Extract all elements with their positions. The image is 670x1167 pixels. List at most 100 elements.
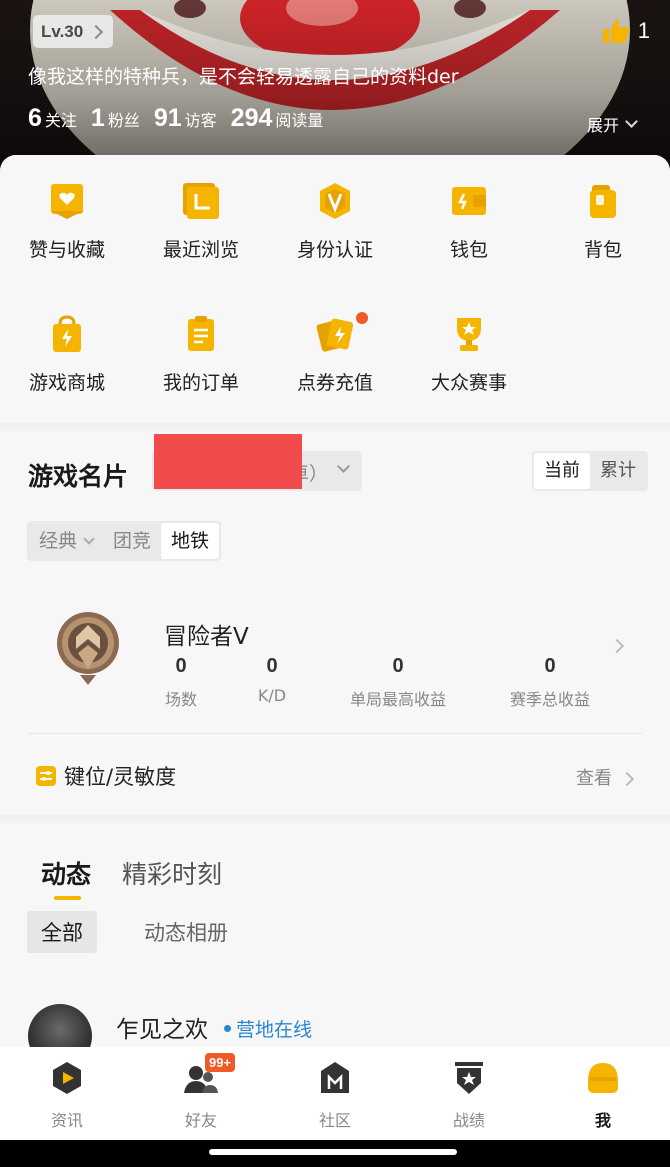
online-status: 营地在线 — [224, 1015, 312, 1042]
tab-label: 资讯 — [50, 1111, 83, 1130]
chevron-right-icon — [89, 24, 104, 39]
following-label[interactable]: 关注 — [45, 107, 77, 131]
new-dot — [356, 312, 368, 324]
verify-v-icon — [320, 183, 350, 219]
online-label: 营地在线 — [236, 1019, 313, 1041]
menu-label: 赞与收藏 — [28, 239, 105, 261]
community-icon — [321, 1062, 349, 1093]
stat-kd: 0 K/D — [246, 655, 298, 705]
post-username[interactable]: 乍见之欢 — [116, 1010, 208, 1044]
menu-item-events[interactable]: 大众赛事 — [402, 288, 536, 394]
rank-detail-chevron-icon[interactable] — [609, 638, 625, 654]
reads-label: 阅读量 — [275, 111, 324, 130]
stat-matches: 0 场数 — [155, 655, 207, 710]
avatar[interactable] — [28, 1004, 92, 1047]
menu-label: 钱包 — [449, 239, 488, 261]
menu-item-backpack[interactable]: 背包 — [536, 155, 670, 261]
followers-label[interactable]: 粉丝 — [108, 107, 140, 131]
mode-tab-team[interactable]: 团竞 — [103, 523, 161, 559]
rank-name: 冒险者Ⅴ — [164, 624, 249, 650]
menu-item-verify[interactable]: 身份认证 — [268, 155, 402, 261]
stat-label: 单局最高收益 — [349, 690, 446, 709]
expand-button[interactable]: 展开 — [586, 112, 638, 136]
tab-community[interactable]: 社区 — [268, 1047, 402, 1140]
menu-item-orders[interactable]: 我的订单 — [134, 288, 268, 394]
followers-count[interactable]: 1 — [91, 104, 105, 133]
tab-label: 社区 — [318, 1111, 351, 1130]
online-dot — [224, 1025, 231, 1032]
tab-friends[interactable]: 99+ 好友 — [134, 1047, 268, 1140]
stat-best-earning: 0 单局最高收益 — [336, 655, 460, 710]
tab-records[interactable]: 战绩 — [402, 1047, 536, 1140]
record-shield-icon — [455, 1062, 483, 1094]
visitors-count[interactable]: 91 — [154, 104, 182, 133]
stat-value: 0 — [266, 655, 278, 677]
toggle-total[interactable]: 累计 — [590, 453, 646, 489]
menu-label: 点券充值 — [296, 372, 373, 394]
level-text: Lv.30 — [41, 21, 84, 41]
profile-signature: 像我这样的特种兵，是不会轻易透露自己的资料der — [28, 66, 459, 88]
home-indicator[interactable] — [209, 1149, 457, 1155]
expand-label: 展开 — [586, 116, 619, 135]
mode-tab-classic[interactable]: 经典 — [29, 523, 103, 559]
subtab-album[interactable]: 动态相册 — [130, 911, 242, 953]
stat-label: K/D — [257, 686, 287, 705]
menu-label: 背包 — [583, 239, 622, 261]
visitors-label[interactable]: 访客 — [185, 107, 217, 131]
active-tab-indicator — [54, 896, 81, 900]
tab-highlights[interactable]: 精彩时刻 — [122, 855, 222, 891]
me-helmet-icon — [588, 1063, 618, 1093]
key-sensitivity-label: 键位/灵敏度 — [64, 765, 177, 789]
shop-bag-icon — [53, 315, 81, 352]
friends-badge: 99+ — [205, 1053, 236, 1072]
recent-icon — [183, 183, 219, 219]
mode-tab-metro[interactable]: 地铁 — [161, 523, 220, 559]
menu-label: 最近浏览 — [162, 239, 239, 261]
toggle-current[interactable]: 当前 — [534, 453, 590, 489]
bottom-tabbar: 资讯 99+ 好友 社区 战绩 我 — [0, 1047, 670, 1140]
following-count[interactable]: 6 — [28, 104, 42, 133]
order-list-icon — [188, 316, 214, 351]
trophy-icon — [457, 318, 481, 351]
news-play-icon — [53, 1062, 81, 1094]
stats-period-toggle: 当前 累计 — [532, 451, 648, 491]
tab-me[interactable]: 我 — [536, 1047, 670, 1140]
level-badge[interactable]: Lv.30 — [33, 15, 113, 48]
menu-label: 游戏商城 — [28, 372, 105, 394]
wallet-icon — [452, 187, 486, 215]
menu-item-wallet[interactable]: 钱包 — [402, 155, 536, 261]
redacted-block — [154, 434, 302, 489]
mode-tabs: 经典 团竞 地铁 — [27, 521, 222, 561]
profile-header: Lv.30 1 像我这样的特种兵，是不会轻易透露自己的资料der 6 关注 1 … — [0, 0, 670, 175]
mode-label: 经典 — [39, 530, 78, 552]
tab-feed[interactable]: 动态 — [41, 855, 91, 891]
stat-value: 0 — [544, 655, 556, 677]
game-card-section: 游戏名片 卓） 当前 累计 经典 团竞 地铁 冒险者Ⅴ 0 场数 0 K/D 0… — [0, 431, 670, 815]
sliders-icon — [36, 766, 56, 786]
tab-label: 战绩 — [452, 1111, 485, 1130]
stat-label: 场数 — [164, 690, 197, 709]
like-button[interactable]: 1 — [602, 18, 650, 44]
subtab-all[interactable]: 全部 — [27, 911, 97, 953]
chevron-right-icon — [619, 771, 635, 787]
profile-sheet: 赞与收藏 最近浏览 身份认证 钱包 背包 游戏商城 我的订单 点券充值 大众赛事… — [0, 155, 670, 1047]
divider — [28, 733, 642, 734]
chevron-down-icon — [625, 115, 638, 128]
chevron-down-icon — [83, 533, 95, 545]
view-button[interactable]: 查看 — [576, 764, 612, 790]
menu-item-shop[interactable]: 游戏商城 — [0, 288, 134, 394]
key-sensitivity-row[interactable]: 键位/灵敏度 — [36, 761, 176, 791]
coupon-recharge-icon — [316, 318, 354, 352]
heart-card-icon — [51, 184, 83, 219]
quick-menu: 赞与收藏 最近浏览 身份认证 钱包 背包 游戏商城 我的订单 点券充值 大众赛事 — [0, 155, 670, 423]
menu-item-recharge[interactable]: 点券充值 — [268, 288, 402, 394]
menu-item-recent[interactable]: 最近浏览 — [134, 155, 268, 261]
menu-item-likes[interactable]: 赞与收藏 — [0, 155, 134, 261]
menu-label: 大众赛事 — [430, 372, 507, 394]
tab-news[interactable]: 资讯 — [0, 1047, 134, 1140]
backpack-icon — [590, 185, 616, 218]
stat-value: 0 — [392, 655, 404, 677]
section-title: 游戏名片 — [28, 462, 129, 491]
reads-count: 294 — [230, 104, 273, 132]
like-count: 1 — [637, 18, 650, 43]
